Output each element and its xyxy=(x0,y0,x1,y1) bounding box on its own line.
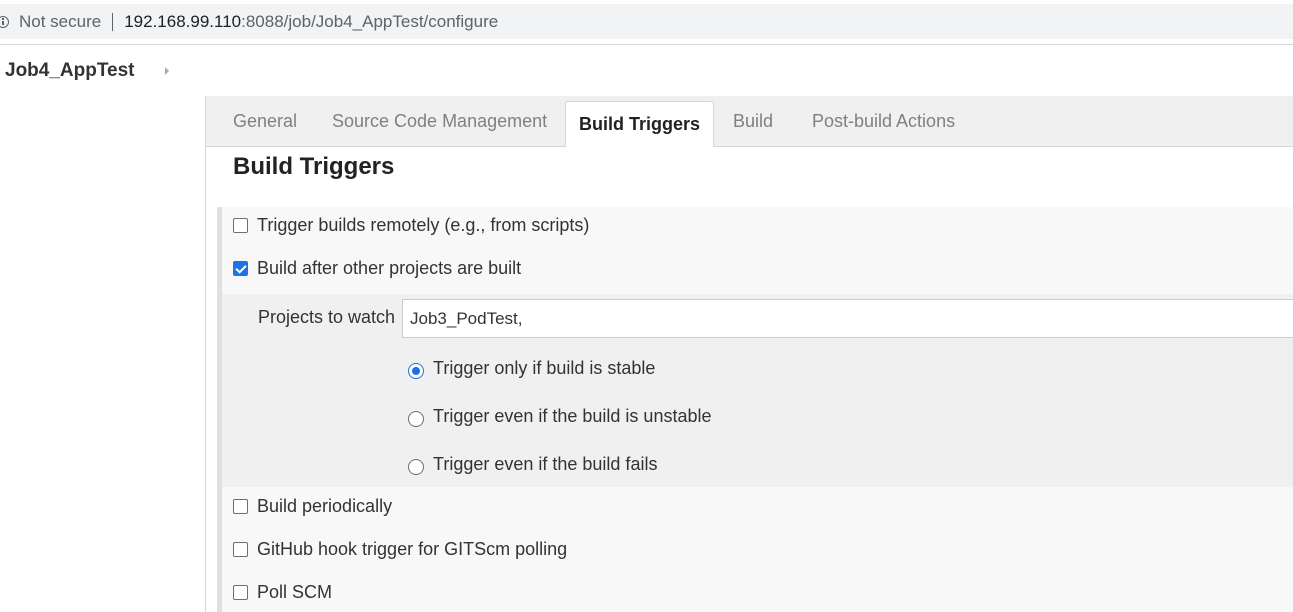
poll-scm-label: Poll SCM xyxy=(257,582,333,602)
trigger-stable-radio[interactable] xyxy=(408,363,424,379)
github-hook-label: GitHub hook trigger for GITScm polling xyxy=(257,539,568,559)
header-divider xyxy=(0,44,1293,45)
trigger-fails-label: Trigger even if the build fails xyxy=(433,453,658,474)
tab-source-code-management[interactable]: Source Code Management xyxy=(332,96,547,147)
trigger-stable-option[interactable]: Trigger only if build is stable xyxy=(408,357,655,379)
breadcrumb-dropdown-arrow-icon[interactable] xyxy=(164,67,169,75)
breadcrumb-job-link[interactable]: Job4_AppTest xyxy=(5,60,135,82)
build-after-other-label: Build after other projects are built xyxy=(257,258,522,278)
url-path: :8088/job/Job4_AppTest/configure xyxy=(241,11,499,31)
info-icon[interactable] xyxy=(0,15,9,28)
tab-post-build-actions[interactable]: Post-build Actions xyxy=(812,96,955,147)
url-text[interactable]: 192.168.99.110:8088/job/Job4_AppTest/con… xyxy=(124,12,498,32)
config-tab-strip: General Source Code Management Build Tri… xyxy=(205,96,1293,147)
section-title: Build Triggers xyxy=(233,153,395,180)
url-host: 192.168.99.110 xyxy=(124,11,242,31)
security-label[interactable]: Not secure xyxy=(19,12,101,32)
trigger-stable-label: Trigger only if build is stable xyxy=(433,357,656,378)
github-hook-option[interactable]: GitHub hook trigger for GITScm polling xyxy=(233,539,567,560)
poll-scm-option[interactable]: Poll SCM xyxy=(233,582,332,603)
build-after-other-checkbox[interactable] xyxy=(233,261,248,276)
trigger-unstable-label: Trigger even if the build is unstable xyxy=(433,405,712,426)
poll-scm-checkbox[interactable] xyxy=(233,585,248,600)
build-periodically-label: Build periodically xyxy=(257,496,393,516)
tab-build[interactable]: Build xyxy=(733,96,773,147)
trigger-fails-radio[interactable] xyxy=(408,459,424,475)
trigger-fails-option[interactable]: Trigger even if the build fails xyxy=(408,453,657,475)
build-triggers-panel: Build Triggers Trigger builds remotely (… xyxy=(205,147,1293,612)
trigger-remotely-label: Trigger builds remotely (e.g., from scri… xyxy=(257,215,590,235)
build-after-other-option[interactable]: Build after other projects are built xyxy=(233,258,521,279)
address-bar[interactable]: Not secure 192.168.99.110:8088/job/Job4_… xyxy=(0,4,1293,39)
trigger-unstable-option[interactable]: Trigger even if the build is unstable xyxy=(408,405,712,427)
github-hook-checkbox[interactable] xyxy=(233,542,248,557)
projects-to-watch-label: Projects to watch xyxy=(258,307,396,327)
build-periodically-checkbox[interactable] xyxy=(233,499,248,514)
trigger-unstable-radio[interactable] xyxy=(408,411,424,427)
projects-to-watch-input[interactable] xyxy=(402,299,1293,338)
tab-build-triggers[interactable]: Build Triggers xyxy=(565,101,715,147)
breadcrumb: Job4_AppTest xyxy=(0,46,1293,96)
trigger-remotely-checkbox[interactable] xyxy=(233,218,248,233)
build-periodically-option[interactable]: Build periodically xyxy=(233,496,392,517)
address-separator xyxy=(112,12,114,31)
trigger-remotely-option[interactable]: Trigger builds remotely (e.g., from scri… xyxy=(233,215,589,236)
tab-general[interactable]: General xyxy=(233,96,297,147)
